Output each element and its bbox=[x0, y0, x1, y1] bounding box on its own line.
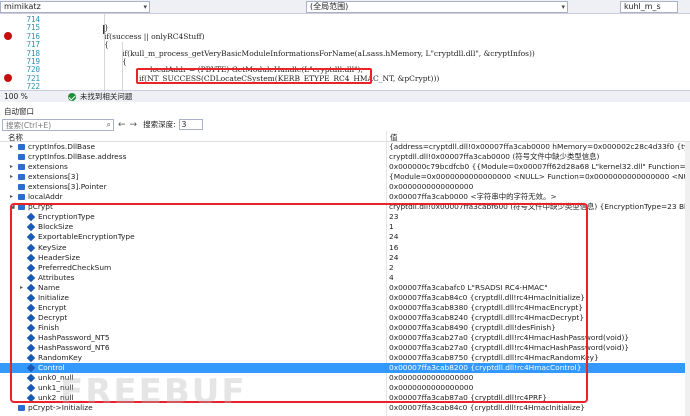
expand-arrow-icon[interactable]: ▸ bbox=[10, 172, 13, 182]
editor-navigation-bar: mimikatz ▾ (全局范围) ▾ kuhl_m_s bbox=[0, 0, 690, 14]
text-cursor-icon: I bbox=[102, 23, 106, 37]
expand-arrow-icon[interactable]: ▸ bbox=[10, 192, 13, 202]
variable-icon bbox=[18, 164, 25, 171]
search-back-button[interactable]: ← bbox=[118, 120, 126, 130]
variable-row[interactable]: extensions[3].Pointer 0x0000000000000000 bbox=[0, 182, 690, 192]
variable-value[interactable]: 0x000000c79bcdfcb0 {{Module=0x00007ff62d… bbox=[389, 162, 689, 172]
variable-name: localAddr bbox=[28, 192, 63, 202]
column-header-row: 名称 值 bbox=[0, 131, 690, 142]
zoom-level[interactable]: 100 % bbox=[0, 92, 28, 101]
vertical-scrollbar[interactable] bbox=[685, 142, 690, 416]
code-line[interactable]: if(success || onlyRC4Stuff) bbox=[104, 32, 205, 41]
chevron-down-icon: ▾ bbox=[561, 2, 565, 11]
search-icon[interactable]: ⌕ bbox=[107, 120, 111, 130]
chevron-down-icon: ▾ bbox=[143, 2, 147, 11]
project-label: mimikatz bbox=[4, 2, 41, 11]
code-line[interactable]: if(kull_m_process_getVeryBasicModuleInfo… bbox=[122, 49, 535, 58]
search-depth-select[interactable]: 3 bbox=[178, 119, 203, 130]
variable-icon bbox=[18, 144, 25, 150]
editor-status-bar: 100 % 未找到相关问题 bbox=[0, 90, 690, 102]
search-depth-label: 搜索深度: bbox=[143, 120, 176, 129]
annotation-highlight-box bbox=[136, 68, 372, 84]
scope-dropdown[interactable]: (全局范围) ▾ bbox=[306, 0, 568, 13]
variable-row[interactable]: ▸ extensions[3] {Module=0x0000000000000000… bbox=[0, 172, 690, 182]
variable-icon bbox=[18, 174, 25, 181]
variable-value[interactable]: {address=cryptdll.dll!0x00007ffa3cab0000… bbox=[389, 142, 689, 152]
status-message: 未找到相关问题 bbox=[79, 92, 133, 101]
variable-row[interactable]: cryptInfos.DllBase.address cryptdll.dll!0… bbox=[0, 152, 690, 162]
autos-toolbar: 搜索(Ctrl+E) ⌕ ← → 搜索深度: 3 bbox=[0, 118, 690, 131]
expand-arrow-icon[interactable]: ▸ bbox=[10, 162, 13, 172]
search-depth-value: 3 bbox=[181, 120, 187, 129]
search-placeholder: 搜索(Ctrl+E) bbox=[6, 120, 52, 130]
variable-row[interactable]: ▸ localAddr 0x00007ffa3cab0000 <字符串中的字符无效。… bbox=[0, 192, 690, 202]
variable-icon bbox=[18, 154, 25, 161]
variable-row[interactable]: ▸ cryptInfos.DllBase {address=cryptdll.dll… bbox=[0, 142, 690, 152]
variable-name: cryptInfos.DllBase bbox=[28, 142, 96, 151]
code-editor[interactable]: 714 715} 716 if(success || onlyRC4Stuff) 717… bbox=[0, 14, 690, 90]
search-input[interactable]: 搜索(Ctrl+E) ⌕ bbox=[2, 118, 114, 131]
variable-row[interactable]: ▸ extensions 0x000000c79bcdfcb0 {{Module=0… bbox=[0, 162, 690, 172]
indent-guide bbox=[122, 42, 123, 90]
variable-name: extensions[3] bbox=[28, 172, 79, 182]
variable-icon bbox=[18, 184, 25, 191]
variable-value[interactable]: cryptdll.dll!0x00007ffa3cab0000 (符号文件中缺少… bbox=[389, 152, 689, 162]
variable-icon bbox=[18, 194, 25, 201]
variable-value[interactable]: 0x00007ffa3cab84c0 {cryptdll.dll!rc4Hmac… bbox=[389, 403, 689, 413]
autos-window-title: 自动窗口 bbox=[0, 106, 690, 117]
watermark: FREEBUF bbox=[60, 372, 247, 412]
expand-arrow-icon[interactable]: ▸ bbox=[10, 142, 13, 152]
variable-value[interactable]: {Module=0x0000000000000000 <NULL> Functi… bbox=[389, 172, 689, 182]
variable-name: cryptInfos.DllBase.address bbox=[28, 152, 127, 162]
search-forward-button[interactable]: → bbox=[130, 120, 138, 130]
line-number: 722 bbox=[26, 82, 40, 90]
variable-name: extensions bbox=[28, 162, 68, 172]
check-circle-icon bbox=[67, 92, 76, 101]
variable-name: extensions[3].Pointer bbox=[28, 182, 107, 192]
member-dropdown[interactable]: kuhl_m_s bbox=[620, 0, 678, 13]
variable-icon bbox=[18, 405, 25, 412]
project-dropdown[interactable]: mimikatz ▾ bbox=[0, 0, 150, 13]
variable-value[interactable]: 0x00007ffa3cab0000 <字符串中的字符无效。> bbox=[389, 192, 689, 202]
variable-value[interactable]: 0x0000000000000000 bbox=[389, 182, 689, 192]
member-label: kuhl_m_s bbox=[624, 2, 661, 11]
scope-label: (全局范围) bbox=[310, 2, 349, 11]
